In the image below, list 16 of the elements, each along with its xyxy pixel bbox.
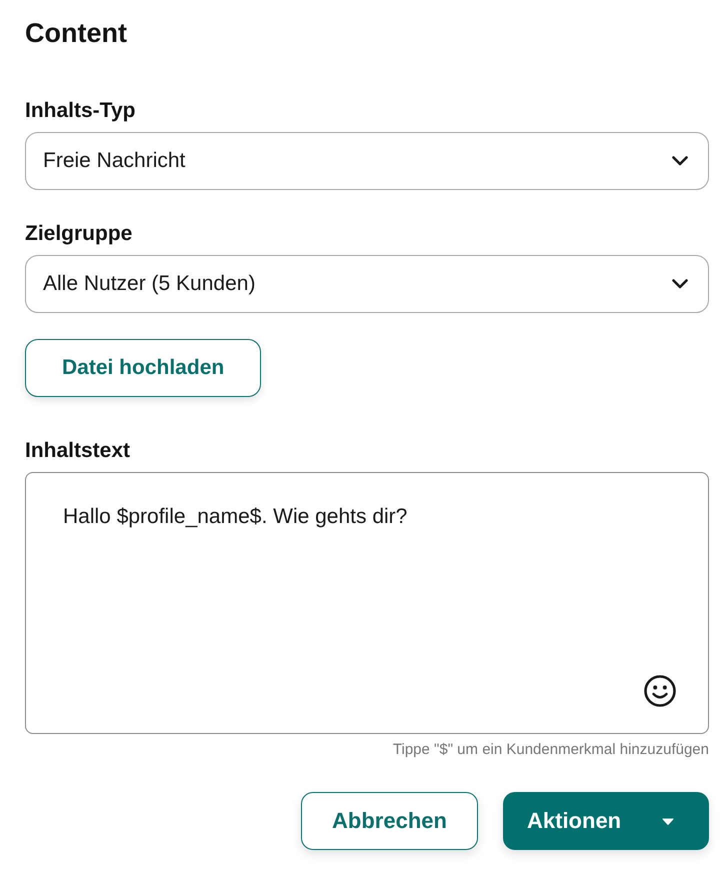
section-title: Content [25, 17, 127, 49]
field-label: Inhaltstext [25, 438, 130, 464]
dropdown-field[interactable]: Freie Nachricht [25, 132, 709, 190]
upload-button[interactable]: Datei hochladen [25, 339, 262, 397]
hint-text: Tippe "$" um ein Kundenmerkmal hinzuzufügen [392, 741, 709, 758]
dropdown-field[interactable]: Alle Nutzer (5 Kunden) [25, 255, 709, 313]
chevron-down-icon [672, 279, 688, 289]
caret-down-icon [662, 818, 674, 824]
chevron-down-icon [672, 156, 688, 166]
message-text: Hallo $profile_name$. Wie gehts dir? [63, 504, 408, 530]
actions-dropdown-button[interactable]: Aktionen [503, 792, 709, 850]
smiley-icon[interactable] [644, 675, 676, 707]
field-label: Inhalts-Typ [25, 98, 136, 124]
message-field[interactable]: Hallo $profile_name$. Wie gehts dir? [25, 472, 709, 734]
field-label: Zielgruppe [25, 221, 132, 247]
cancel-button[interactable]: Abbrechen [301, 792, 478, 850]
